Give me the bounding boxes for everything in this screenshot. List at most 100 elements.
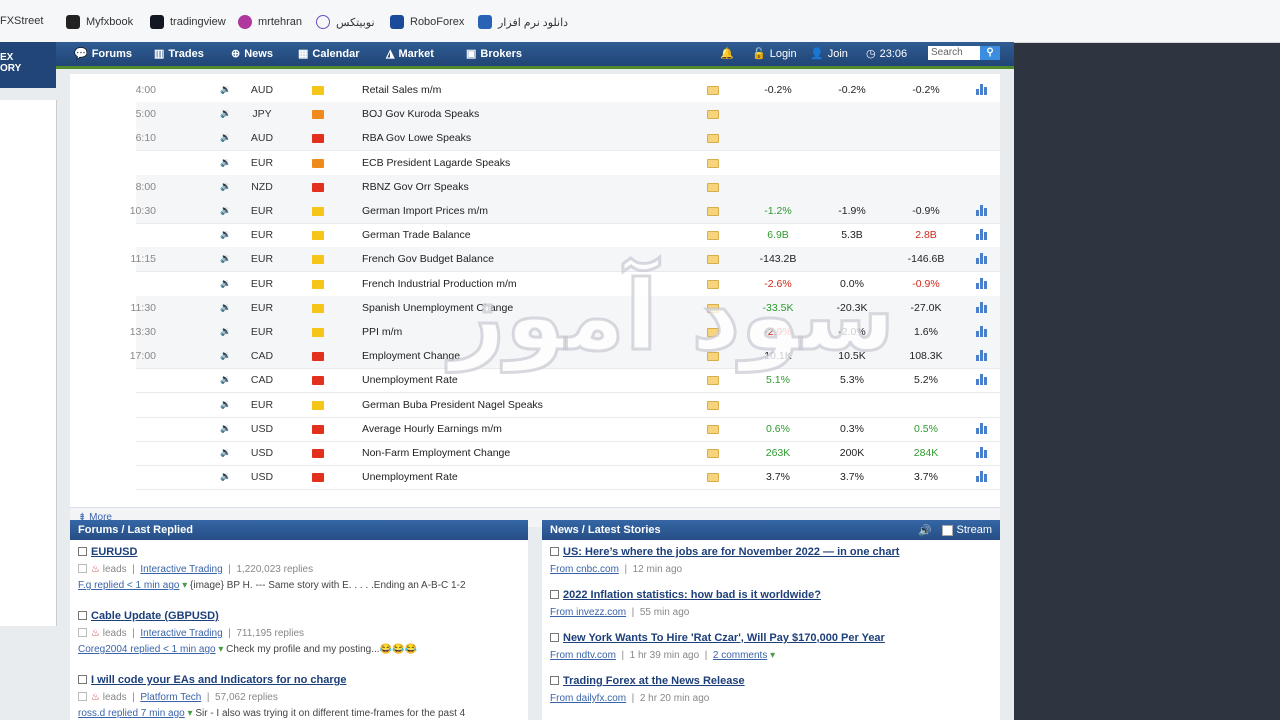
folder-icon[interactable] [707,424,719,434]
folder-icon[interactable] [707,134,719,144]
calendar-row[interactable]: 🔉 EUR German Trade Balance 6.9B 5.3B 2.8B [136,223,1000,249]
impact-icon[interactable] [312,376,324,386]
impact-icon[interactable] [312,231,324,241]
chevron-down-icon[interactable]: ▾ [179,580,190,591]
calendar-row[interactable]: 🔉 EUR ECB President Lagarde Speaks [136,151,1000,176]
nav-forums[interactable]: 💬 Forums [74,47,132,61]
nav-calendar[interactable]: ▦ Calendar [298,47,359,61]
speaker-icon[interactable]: 🔉 [220,471,231,482]
folder-icon[interactable] [707,110,719,120]
forum-thread[interactable]: EURUSD [78,546,137,558]
event-title[interactable]: French Gov Budget Balance [362,253,494,265]
nav-news[interactable]: ⊕ News [231,47,273,61]
folder-icon[interactable] [707,328,719,337]
forum-thread[interactable]: Cable Update (GBPUSD) [78,610,219,622]
story-title[interactable]: 2022 Inflation statistics: how bad is it… [563,589,821,601]
nav-brokers[interactable]: ▣ Brokers [466,47,522,61]
bookmark-nobitex[interactable]: نوبیتکس [316,15,375,29]
chevron-down-icon[interactable]: ▾ [216,644,227,655]
calendar-row[interactable]: 🔉 CAD Unemployment Rate 5.1% 5.3% 5.2% [136,368,1000,394]
speaker-icon[interactable]: 🔊 [918,524,932,537]
speaker-icon[interactable]: 🔉 [220,350,231,361]
impact-icon[interactable] [312,328,324,337]
nav-clock[interactable]: ◷ 23:06 [866,47,907,61]
last-reply-link[interactable]: Coreg2004 replied < 1 min ago [78,644,216,655]
event-title[interactable]: Retail Sales m/m [362,84,441,96]
last-reply-link[interactable]: ross.d replied 7 min ago [78,708,185,719]
speaker-icon[interactable]: 🔉 [220,108,231,119]
chevron-down-icon[interactable]: ▾ [185,708,196,719]
chart-icon[interactable] [976,374,988,386]
impact-icon[interactable] [312,449,324,458]
impact-icon[interactable] [312,279,324,289]
speaker-icon[interactable]: 🔉 [220,205,231,216]
event-title[interactable]: ECB President Lagarde Speaks [362,157,510,169]
chart-icon[interactable] [976,326,988,337]
calendar-row[interactable]: 11:15 🔉 EUR French Gov Budget Balance -143.2… [131,247,1000,273]
folder-icon[interactable] [707,207,719,216]
speaker-icon[interactable]: 🔉 [220,302,231,313]
nav-trades[interactable]: ▥ Trades [154,47,204,61]
impact-icon[interactable] [312,86,324,95]
folder-icon[interactable] [707,86,719,95]
impact-icon[interactable] [312,134,324,144]
event-title[interactable]: German Import Prices m/m [362,205,488,217]
speaker-icon[interactable]: 🔉 [220,253,231,264]
impact-icon[interactable] [312,158,324,168]
impact-icon[interactable] [312,207,324,216]
speaker-icon[interactable]: 🔉 [220,326,231,337]
story-title[interactable]: Trading Forex at the News Release [563,675,745,687]
calendar-row[interactable]: 🔉 USD Unemployment Rate 3.7% 3.7% 3.7% [136,465,1000,491]
calendar-row[interactable]: 🔉 USD Non-Farm Employment Change 263K 200K 28… [136,441,1000,466]
thread-title[interactable]: EURUSD [91,546,137,558]
speaker-icon[interactable]: 🔉 [220,157,231,168]
notifications-bell[interactable]: 🔔 [720,47,734,60]
folder-icon[interactable] [707,231,719,241]
chart-icon[interactable] [976,447,988,458]
impact-icon[interactable] [312,352,324,362]
event-title[interactable]: Non-Farm Employment Change [362,447,510,459]
story-title[interactable]: US: Here’s where the jobs are for Novemb… [563,546,899,558]
folder-icon[interactable] [707,449,719,458]
speaker-icon[interactable]: 🔉 [220,447,231,458]
folder-icon[interactable] [707,158,719,168]
bookmark-roboforex[interactable]: RoboForex [390,15,464,29]
chart-icon[interactable] [976,84,988,95]
speaker-icon[interactable]: 🔉 [220,423,231,434]
calendar-row[interactable]: 17:00 🔉 CAD Employment Change 10.1K 10.5K 108.… [130,344,1000,370]
news-story[interactable]: 2022 Inflation statistics: how bad is it… [550,589,821,601]
folder-icon[interactable] [707,352,719,362]
calendar-row[interactable]: 4:00 🔉 AUD Retail Sales m/m -0.2% -0.2% -0.2% [136,78,1000,103]
story-source[interactable]: From dailyfx.com [550,693,626,704]
impact-icon[interactable] [312,424,324,434]
event-title[interactable]: RBA Gov Lowe Speaks [362,132,471,144]
impact-icon[interactable] [312,182,324,192]
event-title[interactable]: Average Hourly Earnings m/m [362,423,502,435]
forum-thread[interactable]: I will code your EAs and Indicators for … [78,674,347,686]
folder-icon[interactable] [707,255,719,265]
calendar-row[interactable]: 5:00 🔉 JPY BOJ Gov Kuroda Speaks [136,102,1000,128]
bookmark-myfxbook[interactable]: Myfxbook [66,15,133,29]
speaker-icon[interactable]: 🔉 [220,399,231,410]
news-story[interactable]: Trading Forex at the News Release [550,675,745,687]
story-title[interactable]: New York Wants To Hire 'Rat Czar', Will … [563,632,885,644]
search-button[interactable]: ⚲ [980,46,1000,60]
chart-icon[interactable] [976,277,988,289]
folder-icon[interactable] [707,473,719,483]
thread-category[interactable]: Platform Tech [140,692,201,703]
chart-icon[interactable] [976,422,988,434]
chevron-down-icon[interactable]: ▾ [767,650,775,661]
event-title[interactable]: Employment Change [362,350,460,362]
story-comments[interactable]: 2 comments [713,650,767,661]
folder-icon[interactable] [707,182,719,192]
impact-icon[interactable] [312,110,324,120]
calendar-row[interactable]: 8:00 🔉 NZD RBNZ Gov Orr Speaks [136,174,1000,200]
chart-icon[interactable] [976,205,988,216]
calendar-row[interactable]: 🔉 EUR German Buba President Nagel Speaks [136,393,1000,418]
folder-icon[interactable] [707,376,719,386]
stream-checkbox[interactable] [941,524,953,536]
bookmark-mrtehran[interactable]: mrtehran [238,15,302,29]
bookmark-tradingview[interactable]: tradingview [150,15,226,29]
chart-icon[interactable] [976,253,988,265]
calendar-row[interactable]: 🔉 EUR French Industrial Production m/m -2.6… [136,272,1000,297]
